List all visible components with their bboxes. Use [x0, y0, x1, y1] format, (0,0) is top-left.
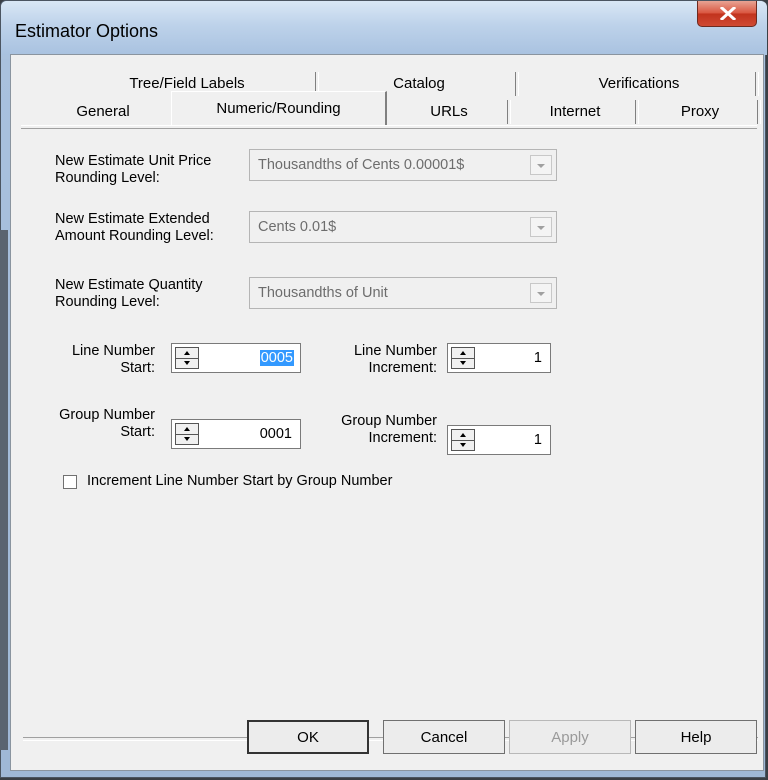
spin-value[interactable]: 1	[534, 432, 542, 448]
tab-label: Catalog	[393, 74, 445, 92]
quantity-rounding-label: New Estimate Quantity Rounding Level:	[55, 277, 203, 310]
tab-label: Tree/Field Labels	[129, 74, 245, 92]
spin-down-button[interactable]	[452, 358, 474, 368]
arrow-down-icon	[184, 361, 190, 365]
close-button[interactable]	[697, 1, 757, 27]
group-number-start-label: Group Number Start:	[59, 407, 155, 440]
tab-label: Numeric/Rounding	[216, 100, 341, 117]
ok-button[interactable]: OK	[247, 720, 369, 754]
title-bar[interactable]: Estimator Options	[1, 1, 767, 55]
select-value: Thousandths of Cents 0.00001$	[258, 157, 465, 173]
increment-line-by-group-checkbox[interactable]	[63, 475, 77, 489]
window-edge	[0, 230, 8, 750]
group-number-increment-stepper[interactable]: 1	[447, 425, 551, 455]
window-title: Estimator Options	[15, 21, 159, 41]
spin-value[interactable]: 1	[534, 350, 542, 366]
dropdown-button[interactable]	[530, 155, 552, 175]
line-number-increment-label: Line Number Increment:	[353, 343, 437, 376]
tab-label: Proxy	[680, 102, 720, 120]
arrow-up-icon	[460, 351, 466, 355]
group-number-increment-label: Group Number Increment:	[341, 413, 437, 446]
spin-value[interactable]: 0001	[260, 426, 292, 442]
chevron-down-icon	[537, 226, 545, 230]
line-number-start-label: Line Number Start:	[71, 343, 155, 376]
arrow-up-icon	[184, 427, 190, 431]
dialog-client-area: Tree/Field Labels Catalog Verifications …	[10, 54, 764, 771]
tab-internet[interactable]: Internet	[511, 97, 639, 125]
unit-price-rounding-label: New Estimate Unit Price Rounding Level:	[55, 153, 212, 186]
select-value: Cents 0.01$	[258, 219, 337, 235]
line-number-start-stepper[interactable]: 0005	[171, 343, 301, 373]
spin-value[interactable]: 0005	[259, 350, 294, 366]
tab-label: General	[76, 102, 130, 120]
extended-amount-rounding-label: New Estimate Extended Amount Rounding Le…	[55, 211, 214, 244]
tab-numeric-rounding[interactable]: Numeric/Rounding	[171, 91, 387, 125]
arrow-down-icon	[460, 443, 466, 447]
arrow-up-icon	[460, 433, 466, 437]
close-icon	[720, 7, 736, 20]
spin-buttons	[451, 429, 475, 451]
line-number-increment-stepper[interactable]: 1	[447, 343, 551, 373]
tab-label: Internet	[549, 102, 601, 120]
tab-urls[interactable]: URLs	[387, 97, 511, 125]
increment-line-by-group-label[interactable]: Increment Line Number Start by Group Num…	[87, 473, 392, 490]
chevron-down-icon	[537, 164, 545, 168]
tab-verifications[interactable]: Verifications	[519, 69, 759, 97]
arrow-down-icon	[184, 437, 190, 441]
apply-button: Apply	[509, 720, 631, 754]
dropdown-button[interactable]	[530, 283, 552, 303]
extended-amount-rounding-select[interactable]: Cents 0.01$	[249, 211, 557, 243]
spin-down-button[interactable]	[176, 434, 198, 444]
tab-label: Verifications	[598, 74, 680, 92]
spin-down-button[interactable]	[176, 358, 198, 368]
arrow-up-icon	[184, 351, 190, 355]
dropdown-button[interactable]	[530, 217, 552, 237]
unit-price-rounding-select[interactable]: Thousandths of Cents 0.00001$	[249, 149, 557, 181]
cancel-button[interactable]: Cancel	[383, 720, 505, 754]
help-button[interactable]: Help	[635, 720, 757, 754]
spin-buttons	[175, 423, 199, 445]
quantity-rounding-select[interactable]: Thousandths of Unit	[249, 277, 557, 309]
spin-buttons	[451, 347, 475, 369]
arrow-down-icon	[460, 361, 466, 365]
tab-panel-border	[21, 125, 757, 129]
spin-buttons	[175, 347, 199, 369]
tab-general[interactable]: General	[29, 97, 177, 125]
select-value: Thousandths of Unit	[258, 285, 388, 301]
tab-label: URLs	[430, 102, 468, 120]
spin-down-button[interactable]	[452, 440, 474, 450]
tab-proxy[interactable]: Proxy	[639, 97, 761, 125]
chevron-down-icon	[537, 292, 545, 296]
group-number-start-stepper[interactable]: 0001	[171, 419, 301, 449]
